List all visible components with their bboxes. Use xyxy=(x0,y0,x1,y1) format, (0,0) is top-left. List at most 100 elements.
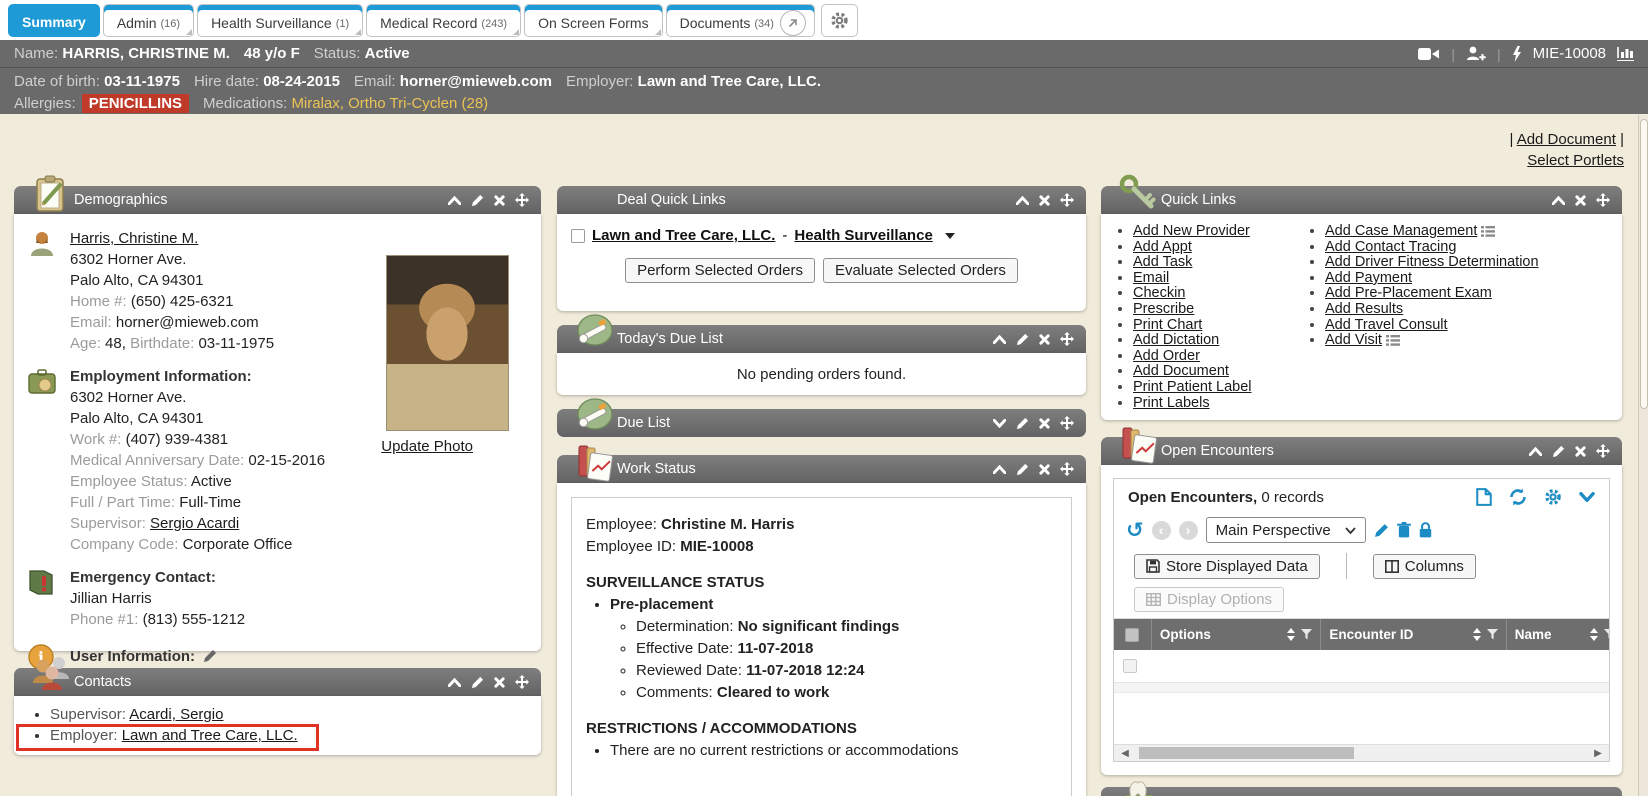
flowsheet-chart-icon[interactable] xyxy=(1617,46,1634,61)
collapse-icon[interactable] xyxy=(993,465,1006,474)
supervisor-link[interactable]: Sergio Acardi xyxy=(150,515,239,532)
company-link[interactable]: Lawn and Tree Care, LLC. xyxy=(592,227,775,244)
patient-name-link[interactable]: Harris, Christine M. xyxy=(70,230,198,247)
allergy-badge[interactable]: PENICILLINS xyxy=(82,94,189,113)
move-icon[interactable] xyxy=(515,675,529,689)
column-header-name[interactable]: Name xyxy=(1507,619,1609,650)
quick-link[interactable]: Add Order xyxy=(1133,348,1200,364)
new-document-icon[interactable] xyxy=(1476,488,1492,506)
store-displayed-data-button[interactable]: Store Displayed Data xyxy=(1134,554,1320,579)
quick-link[interactable]: Add Driver Fitness Determination xyxy=(1325,254,1539,270)
quick-link[interactable]: Add Travel Consult xyxy=(1325,317,1448,333)
evaluate-selected-orders-button[interactable]: Evaluate Selected Orders xyxy=(823,258,1018,283)
move-icon[interactable] xyxy=(1060,193,1074,207)
quick-link[interactable]: Add Payment xyxy=(1325,270,1412,286)
chevron-down-icon[interactable] xyxy=(945,233,955,239)
order-checkbox[interactable] xyxy=(571,229,585,243)
medication-link[interactable]: Ortho Tri-Cyclen (28) xyxy=(348,95,488,112)
add-document-link[interactable]: Add Document xyxy=(1517,131,1616,148)
expand-icon[interactable] xyxy=(993,419,1006,428)
add-person-icon[interactable] xyxy=(1466,46,1486,61)
quick-link[interactable]: Print Labels xyxy=(1133,395,1210,411)
move-icon[interactable] xyxy=(1060,416,1074,430)
quick-link[interactable]: Add Visit xyxy=(1325,332,1382,348)
quick-link[interactable]: Add Appt xyxy=(1133,239,1192,255)
edit-icon[interactable] xyxy=(1552,445,1565,458)
perspective-select[interactable]: Main Perspective xyxy=(1206,517,1366,543)
page-scrollbar[interactable] xyxy=(1638,115,1648,796)
list-icon[interactable] xyxy=(1386,335,1400,346)
refresh-icon[interactable] xyxy=(1509,488,1527,506)
close-icon[interactable] xyxy=(1039,464,1050,475)
quick-link[interactable]: Email xyxy=(1133,270,1169,286)
quick-link[interactable]: Add Case Management xyxy=(1325,223,1477,239)
quick-link[interactable]: Print Chart xyxy=(1133,317,1202,333)
tab-documents[interactable]: Documents (34) xyxy=(666,4,815,37)
quick-link[interactable]: Print Patient Label xyxy=(1133,379,1252,395)
next-perspective-icon[interactable]: › xyxy=(1179,521,1198,540)
column-header-options[interactable]: Options xyxy=(1152,619,1321,650)
quick-link[interactable]: Checkin xyxy=(1133,285,1185,301)
close-icon[interactable] xyxy=(1039,418,1050,429)
row-checkbox[interactable] xyxy=(1123,659,1137,673)
quick-link[interactable]: Add Pre-Placement Exam xyxy=(1325,285,1492,301)
close-icon[interactable] xyxy=(1575,195,1586,206)
gear-icon[interactable] xyxy=(1544,488,1562,506)
quick-link[interactable]: Add Dictation xyxy=(1133,332,1219,348)
lock-icon[interactable] xyxy=(1419,522,1432,538)
close-icon[interactable] xyxy=(1039,334,1050,345)
collapse-icon[interactable] xyxy=(448,678,461,687)
tab-medical-record[interactable]: Medical Record (243) xyxy=(366,4,521,37)
quick-link[interactable]: Prescribe xyxy=(1133,301,1194,317)
quick-link[interactable]: Add Task xyxy=(1133,254,1192,270)
move-icon[interactable] xyxy=(515,193,529,207)
tab-summary[interactable]: Summary xyxy=(8,4,100,37)
tab-on-screen-forms[interactable]: On Screen Forms xyxy=(524,4,662,37)
settings-gear-button[interactable] xyxy=(821,4,858,37)
edit-icon[interactable] xyxy=(471,194,484,207)
medication-link[interactable]: Miralax xyxy=(291,95,339,112)
edit-icon[interactable] xyxy=(471,676,484,689)
collapse-icon[interactable] xyxy=(1529,447,1542,456)
close-icon[interactable] xyxy=(1575,446,1586,457)
collapse-icon[interactable] xyxy=(1016,196,1029,205)
perform-selected-orders-button[interactable]: Perform Selected Orders xyxy=(625,258,815,283)
scroll-left-arrow[interactable]: ◀ xyxy=(1116,745,1134,761)
move-icon[interactable] xyxy=(1060,462,1074,476)
collapse-icon[interactable] xyxy=(448,196,461,205)
close-icon[interactable] xyxy=(494,677,505,688)
select-portlets-link[interactable]: Select Portlets xyxy=(1527,152,1624,169)
move-icon[interactable] xyxy=(1596,444,1610,458)
chevron-down-icon[interactable] xyxy=(1579,492,1595,502)
quick-link[interactable]: Add Results xyxy=(1325,301,1403,317)
tab-admin[interactable]: Admin (16) xyxy=(103,4,194,37)
select-all-header[interactable] xyxy=(1114,619,1152,650)
horizontal-scrollbar[interactable]: ◀ ▶ xyxy=(1114,744,1609,761)
page-scrollbar-thumb[interactable] xyxy=(1640,119,1648,409)
quick-link[interactable]: Add Document xyxy=(1133,363,1229,379)
undo-icon[interactable]: ↺ xyxy=(1126,521,1144,540)
lightning-bolt-icon[interactable] xyxy=(1512,46,1522,62)
edit-icon[interactable] xyxy=(1016,463,1029,476)
edit-icon[interactable] xyxy=(1016,333,1029,346)
edit-user-info-icon[interactable] xyxy=(203,649,217,663)
list-icon[interactable] xyxy=(1481,226,1495,237)
edit-icon[interactable] xyxy=(1016,417,1029,430)
select-all-checkbox[interactable] xyxy=(1125,628,1139,642)
close-icon[interactable] xyxy=(1039,195,1050,206)
move-icon[interactable] xyxy=(1060,332,1074,346)
scroll-right-arrow[interactable]: ▶ xyxy=(1589,745,1607,761)
open-external-icon[interactable] xyxy=(780,10,806,36)
move-icon[interactable] xyxy=(1596,193,1610,207)
quick-link[interactable]: Add Contact Tracing xyxy=(1325,239,1456,255)
columns-button[interactable]: Columns xyxy=(1373,554,1476,579)
delete-perspective-icon[interactable] xyxy=(1397,522,1411,538)
previous-perspective-icon[interactable]: ‹ xyxy=(1152,521,1171,540)
collapse-icon[interactable] xyxy=(993,335,1006,344)
close-icon[interactable] xyxy=(494,195,505,206)
collapse-icon[interactable] xyxy=(1552,196,1565,205)
tab-health-surveillance[interactable]: Health Surveillance (1) xyxy=(197,4,363,37)
supervisor-contact-link[interactable]: Acardi, Sergio xyxy=(129,706,223,723)
quick-link[interactable]: Add New Provider xyxy=(1133,223,1250,239)
edit-perspective-icon[interactable] xyxy=(1374,523,1389,538)
